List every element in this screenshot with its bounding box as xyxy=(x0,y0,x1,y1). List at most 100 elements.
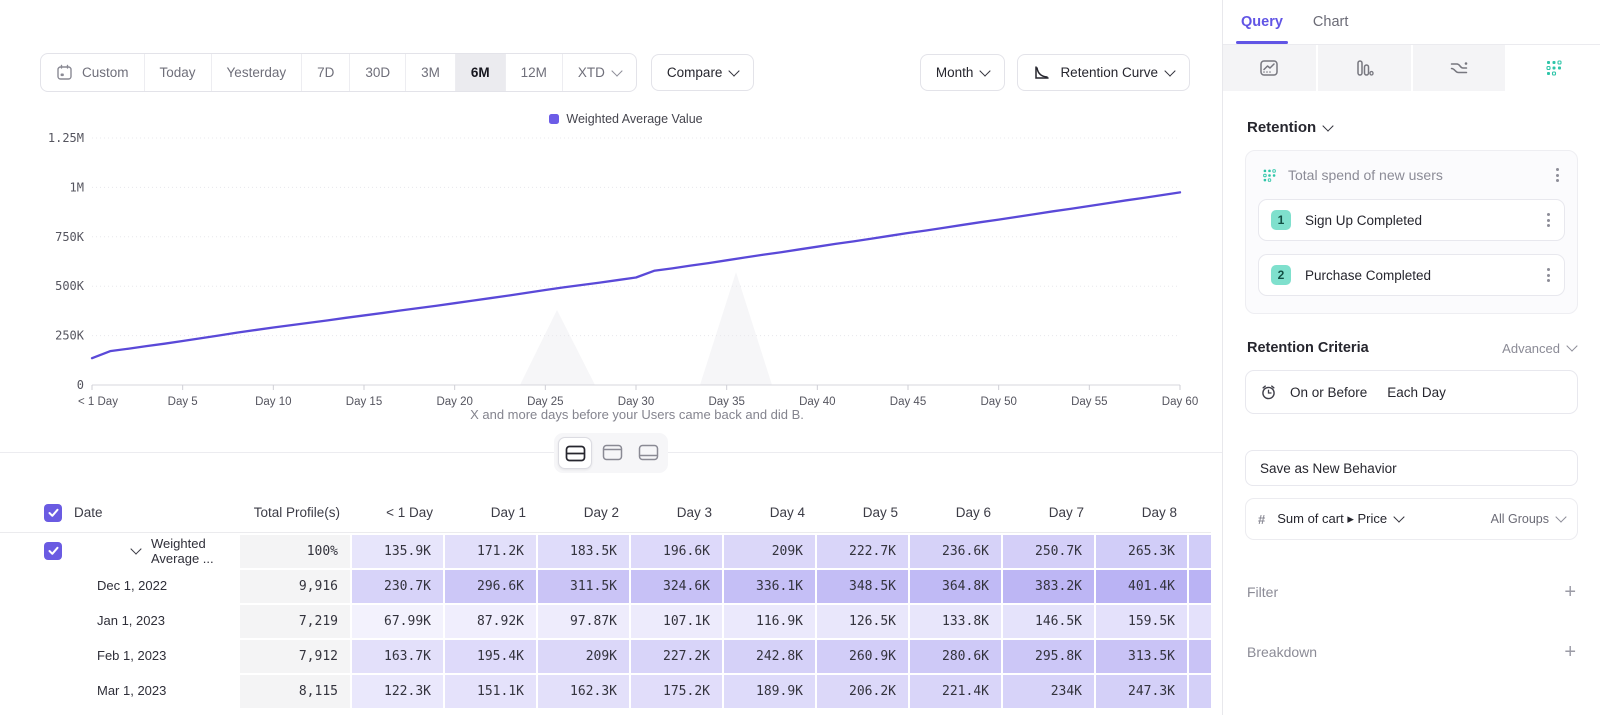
add-breakdown-button[interactable]: + xyxy=(1564,645,1576,659)
retention-value-cell: 206.2K xyxy=(817,673,910,708)
retention-criteria-row: Retention Criteria Advanced xyxy=(1247,340,1576,356)
retention-value-cell: 250.7K xyxy=(1003,533,1096,568)
retention-value-cell: 324.6K xyxy=(631,568,724,603)
tab-query[interactable]: Query xyxy=(1241,0,1283,44)
range-custom[interactable]: Custom xyxy=(41,54,144,91)
y-tick-label: 0 xyxy=(77,378,84,392)
add-filter-button[interactable]: + xyxy=(1564,585,1576,599)
range-7d[interactable]: 7D xyxy=(301,54,349,91)
report-section-dropdown[interactable]: Retention xyxy=(1247,119,1578,136)
range-today[interactable]: Today xyxy=(144,54,211,91)
range-yesterday[interactable]: Yesterday xyxy=(211,54,302,91)
retention-value-cell: 171.2K xyxy=(445,533,538,568)
behavior-header[interactable]: Total spend of new users xyxy=(1246,151,1577,199)
column-header: Day 4 xyxy=(724,493,817,532)
retention-value-cell: 87.92K xyxy=(445,603,538,638)
compare-button[interactable]: Compare xyxy=(651,54,755,91)
range-12m[interactable]: 12M xyxy=(505,54,562,91)
column-header: Day 1 xyxy=(445,493,538,532)
tab-chart-label: Chart xyxy=(1313,14,1348,30)
table-row[interactable]: Weighted Average ...100%135.9K171.2K183.… xyxy=(0,533,1211,568)
retention-value-cell: 162.3K xyxy=(538,673,631,708)
behavior-step-2[interactable]: 2 Purchase Completed xyxy=(1258,254,1565,296)
panel-tabs: Query Chart xyxy=(1223,0,1600,45)
filter-section: Filter + xyxy=(1245,584,1578,600)
expand-chevron-icon[interactable] xyxy=(130,543,141,554)
row-checkbox[interactable] xyxy=(44,542,62,560)
row-label-cell: Dec 1, 2022 xyxy=(0,568,240,603)
tab-chart[interactable]: Chart xyxy=(1313,0,1348,44)
measurement-row: # Sum of cart ▸ Price All Groups xyxy=(1245,498,1578,540)
chart-only-toggle[interactable] xyxy=(596,437,628,467)
insights-chart-icon[interactable] xyxy=(1223,45,1318,91)
watermark-triangle xyxy=(700,272,772,385)
kebab-menu-icon[interactable] xyxy=(1552,164,1563,186)
step-event-label: Sign Up Completed xyxy=(1305,213,1543,228)
retention-value-cell: 189.9K xyxy=(724,673,817,708)
query-builder-content: Retention Total spend of new users 1 Sig… xyxy=(1223,91,1600,660)
clipped-value-cell xyxy=(1189,673,1211,708)
retention-value-cell: 183.5K xyxy=(538,533,631,568)
retention-value-cell: 295.8K xyxy=(1003,638,1096,673)
total-profiles-cell: 7,219 xyxy=(240,603,352,638)
clipped-value-cell xyxy=(1189,638,1211,673)
retention-value-cell: 163.7K xyxy=(352,638,445,673)
clipped-value-cell xyxy=(1189,533,1211,568)
granularity-dropdown[interactable]: Month xyxy=(920,54,1006,91)
tab-query-label: Query xyxy=(1241,14,1283,30)
retention-value-cell: 383.2K xyxy=(1003,568,1096,603)
retention-value-cell: 146.5K xyxy=(1003,603,1096,638)
table-only-toggle[interactable] xyxy=(632,437,664,467)
funnels-chart-icon[interactable] xyxy=(1318,45,1413,91)
table-row[interactable]: Dec 1, 20229,916230.7K296.6K311.5K324.6K… xyxy=(0,568,1211,603)
retention-value-cell: 234K xyxy=(1003,673,1096,708)
table-row[interactable]: Jan 1, 20237,21967.99K87.92K97.87K107.1K… xyxy=(0,603,1211,638)
retention-table: DateTotal Profile(s)< 1 DayDay 1Day 2Day… xyxy=(0,493,1211,715)
y-tick-label: 1M xyxy=(70,180,84,194)
property-dropdown[interactable]: Sum of cart ▸ Price xyxy=(1277,511,1490,527)
chart-type-dropdown[interactable]: Retention Curve xyxy=(1017,54,1190,91)
table-row[interactable]: Mar 1, 20238,115122.3K151.1K162.3K175.2K… xyxy=(0,673,1211,708)
range-6m[interactable]: 6M xyxy=(455,54,505,91)
behavior-step-1[interactable]: 1 Sign Up Completed xyxy=(1258,199,1565,241)
behavior-title: Total spend of new users xyxy=(1288,167,1552,183)
kebab-menu-icon[interactable] xyxy=(1543,209,1554,231)
y-tick-label: 250K xyxy=(55,329,85,343)
kebab-menu-icon[interactable] xyxy=(1543,264,1554,286)
total-profiles-cell: 9,916 xyxy=(240,568,352,603)
timing-operator-label: On or Before xyxy=(1290,385,1367,400)
retention-value-cell: 236.6K xyxy=(910,533,1003,568)
retention-value-cell: 196.6K xyxy=(631,533,724,568)
column-header: Day 6 xyxy=(910,493,1003,532)
column-header: Day 3 xyxy=(631,493,724,532)
groups-dropdown[interactable]: All Groups xyxy=(1491,512,1565,526)
retention-chart-icon[interactable] xyxy=(1507,45,1600,91)
range-30d[interactable]: 30D xyxy=(349,54,405,91)
table-row[interactable]: Feb 1, 20237,912163.7K195.4K209K227.2K24… xyxy=(0,638,1211,673)
retention-value-cell: 195.4K xyxy=(445,638,538,673)
chevron-down-icon xyxy=(1393,511,1404,522)
date-range-segmented-control: CustomTodayYesterday7D30D3M6M12MXTD xyxy=(40,53,637,92)
range-xtd[interactable]: XTD xyxy=(562,54,636,91)
criteria-mode-dropdown[interactable]: Advanced xyxy=(1502,341,1576,356)
row-label: Feb 1, 2023 xyxy=(97,648,166,663)
chart-legend: Weighted Average Value xyxy=(66,112,1186,126)
row-label: Weighted Average ... xyxy=(151,536,240,566)
chevron-down-icon xyxy=(611,65,622,76)
save-as-new-behavior-button[interactable]: Save as New Behavior xyxy=(1245,450,1578,486)
flows-chart-icon[interactable] xyxy=(1413,45,1508,91)
split-view-toggle[interactable] xyxy=(558,437,592,469)
retention-value-cell: 265.3K xyxy=(1096,533,1189,568)
watermark-triangle xyxy=(520,310,595,385)
property-label: Sum of cart ▸ Price xyxy=(1277,511,1387,527)
retention-value-cell: 364.8K xyxy=(910,568,1003,603)
select-all-checkbox[interactable] xyxy=(44,504,62,522)
retention-value-cell: 280.6K xyxy=(910,638,1003,673)
retention-value-cell: 221.4K xyxy=(910,673,1003,708)
chart-type-label: Retention Curve xyxy=(1060,65,1158,80)
retention-timing-card[interactable]: On or Before Each Day xyxy=(1245,370,1578,414)
retention-value-cell: 133.8K xyxy=(910,603,1003,638)
row-label-cell: Weighted Average ... xyxy=(0,533,240,568)
retention-value-cell: 175.2K xyxy=(631,673,724,708)
range-3m[interactable]: 3M xyxy=(405,54,455,91)
